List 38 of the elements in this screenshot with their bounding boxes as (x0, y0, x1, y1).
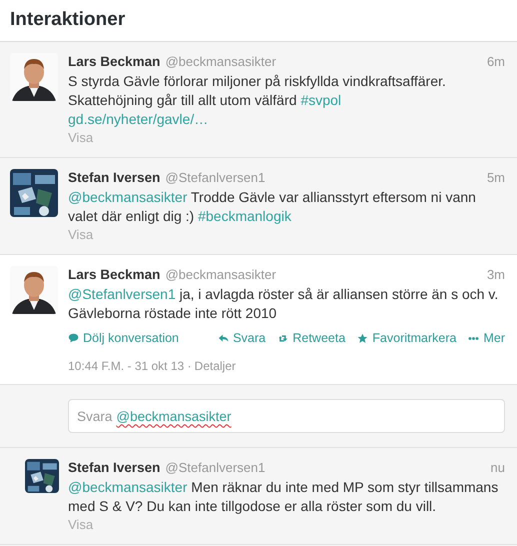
tweet-link[interactable]: @beckmansasikter (68, 479, 188, 495)
tweet-text: S styrda Gävle förlorar miljoner på riskfyllda vindkraftsaffärer. Skattehöjning går till allt utom välfärd #svpol gd.se/nyheter/gavle/… (68, 72, 447, 129)
show-link[interactable]: Visa (68, 517, 94, 533)
author-name[interactable]: Stefan Iversen (68, 459, 160, 477)
author-name[interactable]: Lars Beckman (68, 266, 160, 284)
tweet-text: @beckmansasikter Men räknar du inte med MP som styr tillsammans med S & V? Du kan inte tillgodose er alla röster som du vill. (68, 478, 500, 516)
author-handle[interactable]: @Stefanlversen1 (165, 169, 266, 187)
tweet-time[interactable]: nu (490, 459, 505, 477)
show-link[interactable]: Visa (68, 227, 94, 243)
tweet-text: @beckmansasikter Trodde Gävle var alliansstyrt eftersom ni vann valet där enligt dig :) #beckmanlogik (68, 188, 477, 226)
reply-arrow-icon (218, 332, 229, 344)
show-link[interactable]: Visa (68, 130, 94, 146)
tweet-link[interactable]: #beckmanlogik (198, 208, 292, 224)
action-link[interactable]: Svara (218, 330, 266, 346)
author-name[interactable]: Lars Beckman (68, 53, 160, 71)
tweet-time[interactable]: 5m (486, 169, 505, 187)
retweet-icon (278, 332, 289, 344)
star-icon (357, 332, 368, 344)
action-link[interactable]: Dölj konversation (68, 330, 179, 346)
page-title: Interaktioner (9, 8, 126, 31)
author-handle[interactable]: @Stefanlversen1 (165, 459, 266, 477)
action-link[interactable]: Retweeta (278, 330, 346, 346)
tweet-link[interactable]: #svpol (300, 92, 342, 108)
tweet-time[interactable]: 6m (486, 53, 505, 71)
author-handle[interactable]: @beckmansasikter (165, 53, 276, 71)
speech-bubble-icon (68, 332, 79, 344)
tweet-timestamp: 10:44 F.M. - 31 okt 13 · (68, 358, 192, 374)
tweet-link[interactable]: @beckmansasikter (68, 189, 188, 205)
reply-field[interactable]: Svara @beckmansasikter (68, 399, 505, 433)
author-handle[interactable]: @beckmansasikter (165, 266, 276, 284)
details-link[interactable]: Detaljer (194, 358, 236, 374)
author-name[interactable]: Stefan Iversen (68, 169, 160, 187)
tweet-text: @Stefanlversen1 ja, i avlagda röster så är alliansen större än s och v. Gävleborna röstade inte rött 2010 (68, 285, 500, 323)
action-link[interactable]: Mer (468, 330, 505, 346)
tweet-time[interactable]: 3m (486, 266, 505, 284)
action-link[interactable]: Favoritmarkera (357, 330, 456, 346)
tweet-link[interactable]: gd.se/nyheter/gavle/… (68, 111, 208, 127)
tweet-link[interactable]: @Stefanlversen1 (68, 286, 176, 302)
